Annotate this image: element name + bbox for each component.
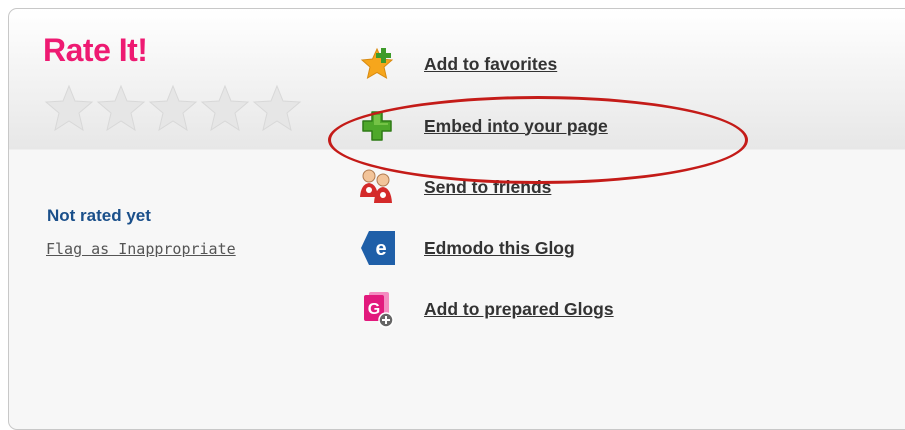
star-icon[interactable] (96, 84, 146, 132)
edmodo-this-glog-action[interactable]: e Edmodo this Glog (352, 226, 575, 270)
star-icon[interactable] (148, 84, 198, 132)
add-to-favorites-label[interactable]: Add to favorites (424, 54, 557, 75)
svg-text:e: e (375, 238, 386, 260)
embed-into-page-action[interactable]: Embed into your page (352, 104, 608, 148)
send-to-friends-label[interactable]: Send to friends (424, 177, 551, 198)
send-to-friends-action[interactable]: Send to friends (352, 165, 551, 209)
star-icon[interactable] (252, 84, 302, 132)
green-plus-icon (352, 104, 402, 148)
flag-inappropriate-link[interactable]: Flag as Inappropriate (46, 240, 236, 258)
add-to-prepared-glogs-action[interactable]: G Add to prepared Glogs (352, 287, 614, 331)
star-icon[interactable] (44, 84, 94, 132)
glog-add-icon: G (352, 287, 402, 331)
edmodo-this-glog-label[interactable]: Edmodo this Glog (424, 238, 575, 259)
add-to-favorites-action[interactable]: Add to favorites (352, 42, 557, 86)
rate-it-title: Rate It! (43, 32, 148, 68)
star-plus-icon (352, 42, 402, 86)
edmodo-icon: e (352, 226, 402, 270)
star-rating[interactable] (44, 84, 302, 134)
svg-text:G: G (368, 301, 380, 318)
embed-into-page-label[interactable]: Embed into your page (424, 116, 608, 137)
friends-icon (352, 165, 402, 209)
star-icon[interactable] (200, 84, 250, 132)
rating-status: Not rated yet (47, 206, 151, 225)
add-to-prepared-glogs-label[interactable]: Add to prepared Glogs (424, 299, 614, 320)
